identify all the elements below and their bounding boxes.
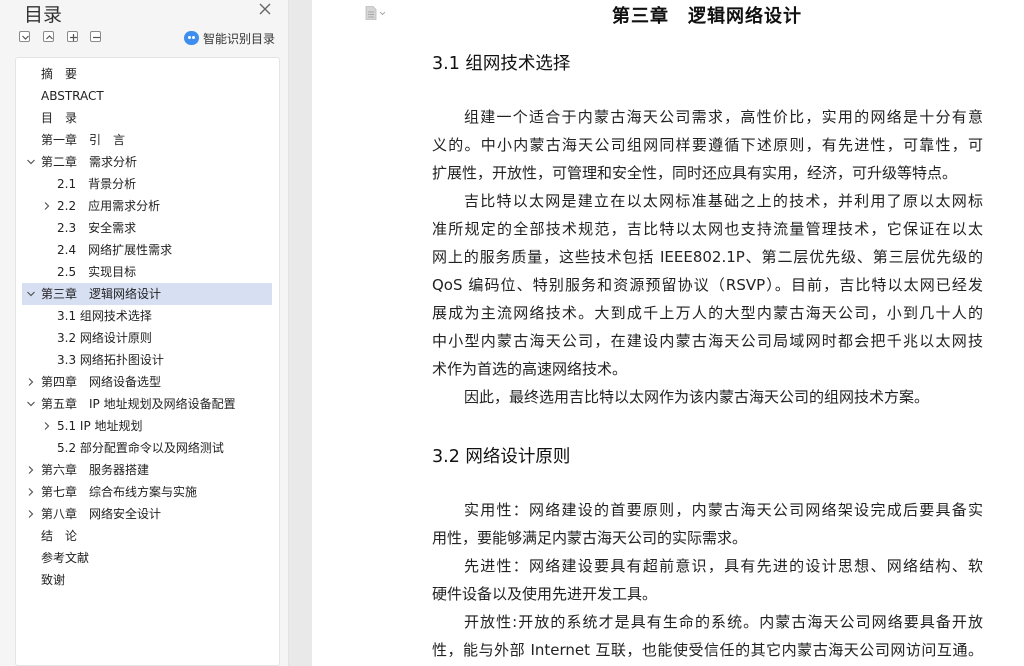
toc-list: 摘 要 ABSTRACT 目 录 第一章 引 言 第二章 需求分析 2.1 背景…: [15, 57, 280, 666]
toc-item-2-4[interactable]: 2.4 网络扩展性需求: [22, 239, 272, 261]
paragraph-line: QoS 编码位、特别服务和资源预留协议（RSVP）。目前，吉比特以太网已经发: [432, 276, 983, 294]
toc-item-references[interactable]: 参考文献: [22, 547, 272, 569]
collapse-all-icon[interactable]: [19, 31, 30, 42]
toc-item-chapter-8[interactable]: 第八章 网络安全设计: [22, 503, 272, 525]
add-heading-icon[interactable]: [67, 31, 78, 42]
toc-item-3-1[interactable]: 3.1 组网技术选择: [22, 305, 272, 327]
chapter-title: 第三章 逻辑网络设计: [612, 6, 802, 27]
paragraph-line: 扩展性，开放性，可管理和安全性，同时还应具有实用，经济，可升级等特点。: [432, 164, 958, 182]
paragraph-line: 实用性：网络建设的首要原则，内蒙古海天公司网络架设完成后要具备实: [464, 501, 983, 519]
toc-item-chapter-3[interactable]: 第三章 逻辑网络设计: [22, 283, 272, 305]
paragraph-line: 性，能与外部 Internet 互联，也能使受信任的其它内蒙古海天公司网访问互通…: [432, 641, 983, 659]
toc-item-chapter-6[interactable]: 第六章 服务器搭建: [22, 459, 272, 481]
toc-item-5-1[interactable]: 5.1 IP 地址规划: [22, 415, 272, 437]
document-icon[interactable]: [365, 6, 387, 20]
paragraph-line: 中小型内蒙古海天公司，在建设内蒙古海天公司局域网时都会把千兆以太网技: [432, 332, 983, 350]
paragraph-line: 硬件设备以及使用先进开发工具。: [432, 585, 658, 603]
toc-item-2-1[interactable]: 2.1 背景分析: [22, 173, 272, 195]
toc-item-abstract-cn[interactable]: 摘 要: [22, 63, 272, 85]
toc-item-chapter-5[interactable]: 第五章 IP 地址规划及网络设备配置: [22, 393, 272, 415]
paragraph-line: 网上的服务质量，这些技术包括 IEEE802.1P、第二层优先级、第三层优先级的: [432, 248, 983, 266]
toc-item-2-3[interactable]: 2.3 安全需求: [22, 217, 272, 239]
toc-item-chapter-7[interactable]: 第七章 综合布线方案与实施: [22, 481, 272, 503]
chevron-down-icon[interactable]: [26, 157, 36, 167]
section-heading-3-2: 3.2 网络设计原则: [432, 447, 571, 467]
paragraph-line: 吉比特以太网是建立在以太网标准基础之上的技术，并利用了原以太网标: [464, 192, 983, 210]
smart-toc-label: 智能识别目录: [203, 31, 276, 46]
smart-toc-button[interactable]: 智能识别目录: [184, 30, 275, 46]
toc-item-2-5[interactable]: 2.5 实现目标: [22, 261, 272, 283]
chevron-right-icon[interactable]: [42, 201, 52, 211]
toc-item-3-2[interactable]: 3.2 网络设计原则: [22, 327, 272, 349]
toc-item-conclusion[interactable]: 结 论: [22, 525, 272, 547]
toc-item-2-2[interactable]: 2.2 应用需求分析: [22, 195, 272, 217]
toc-item-chapter-1[interactable]: 第一章 引 言: [22, 129, 272, 151]
toc-item-5-2[interactable]: 5.2 部分配置命令以及网络测试: [22, 437, 272, 459]
chevron-right-icon[interactable]: [42, 421, 52, 431]
toc-item-chapter-4[interactable]: 第四章 网络设备选型: [22, 371, 272, 393]
chevron-down-icon[interactable]: [26, 289, 36, 299]
toc-item-acknowledgement[interactable]: 致谢: [22, 569, 272, 591]
paragraph-line: 开放性:开放的系统才是具有生命的系统。内蒙古海天公司网络要具备开放: [464, 613, 983, 631]
section-heading-3-1: 3.1 组网技术选择: [432, 54, 571, 74]
paragraph-line: 展成为主流网络技术。大到成千上万人的大型内蒙古海天公司，小到几十人的: [432, 304, 983, 322]
remove-heading-icon[interactable]: [90, 31, 101, 42]
paragraph-line: 用性，要能够满足内蒙古海天公司的实际需求。: [432, 529, 748, 547]
toc-sidebar: 目录 智能识别目录 摘 要 ABSTRACT 目 录 第一章 引 言 第二章 需…: [0, 0, 289, 666]
toc-item-3-3[interactable]: 3.3 网络拓扑图设计: [22, 349, 272, 371]
chevron-right-icon[interactable]: [26, 465, 36, 475]
sidebar-title: 目录: [24, 4, 63, 26]
paragraph-line: 组建一个适合于内蒙古海天公司需求，高性价比，实用的网络是十分有意: [464, 108, 983, 126]
expand-all-icon[interactable]: [43, 31, 54, 42]
close-icon[interactable]: [258, 2, 272, 16]
ai-robot-icon: [184, 31, 199, 45]
toc-item-contents[interactable]: 目 录: [22, 107, 272, 129]
chevron-down-icon[interactable]: [26, 399, 36, 409]
paragraph-line: 先进性：网络建设要具有超前意识，具有先进的设计思想、网络结构、软: [464, 557, 983, 575]
toc-item-abstract-en[interactable]: ABSTRACT: [22, 85, 272, 107]
paragraph-line: 因此，最终选用吉比特以太网作为该内蒙古海天公司的组网技术方案。: [464, 388, 930, 406]
chevron-right-icon[interactable]: [26, 509, 36, 519]
paragraph-line: 术作为首选的高速网络技术。: [432, 360, 628, 378]
toc-item-chapter-2[interactable]: 第二章 需求分析: [22, 151, 272, 173]
paragraph-line: 准所规定的全部技术规范，吉比特以太网也支持流量管理技术，它保证在以太: [432, 220, 983, 238]
chevron-right-icon[interactable]: [26, 377, 36, 387]
paragraph-line: 义的。中小内蒙古海天公司组网同样要遵循下述原则，有先进性，可靠性，可: [432, 136, 983, 154]
chevron-right-icon[interactable]: [26, 487, 36, 497]
